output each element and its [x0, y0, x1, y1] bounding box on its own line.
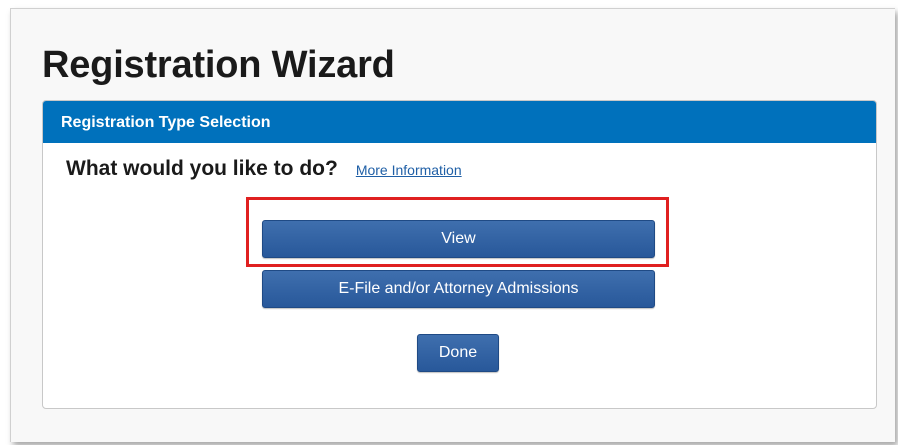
view-button[interactable]: View	[262, 220, 655, 258]
page-title: Registration Wizard	[42, 44, 395, 86]
done-button[interactable]: Done	[417, 334, 499, 372]
question-text: What would you like to do?	[66, 157, 338, 180]
question-row: What would you like to do? More Informat…	[66, 157, 462, 181]
panel-header: Registration Type Selection	[43, 101, 876, 143]
more-information-link[interactable]: More Information	[356, 162, 462, 178]
registration-panel: Registration Type Selection What would y…	[42, 100, 877, 409]
efile-attorney-admissions-button[interactable]: E-File and/or Attorney Admissions	[262, 270, 655, 308]
